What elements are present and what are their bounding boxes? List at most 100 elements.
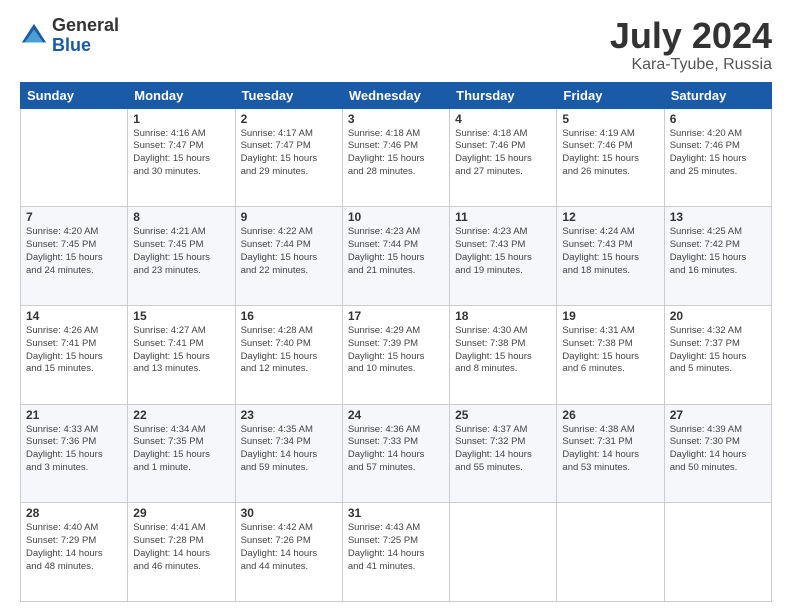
calendar-cell: 22Sunrise: 4:34 AMSunset: 7:35 PMDayligh… xyxy=(128,404,235,503)
calendar-cell: 1Sunrise: 4:16 AMSunset: 7:47 PMDaylight… xyxy=(128,108,235,207)
day-info: Sunrise: 4:29 AMSunset: 7:39 PMDaylight:… xyxy=(348,325,444,376)
calendar-cell: 11 Sunrise: 4:23 AMSunset: 7:43 PMDayligh… xyxy=(450,207,557,306)
calendar-cell: 16 Sunrise: 4:28 AMSunset: 7:40 PMDayligh… xyxy=(235,305,342,404)
header-cell-wednesday: Wednesday xyxy=(342,82,449,108)
day-number: 6 xyxy=(670,112,766,126)
week-row-3: 14 Sunrise: 4:26 AMSunset: 7:41 PMDayligh… xyxy=(21,305,772,404)
calendar-cell: 19Sunrise: 4:31 AMSunset: 7:38 PMDayligh… xyxy=(557,305,664,404)
day-number: 30 xyxy=(241,506,337,520)
day-info: Sunrise: 4:27 AMSunset: 7:41 PMDaylight:… xyxy=(133,325,229,376)
day-info: Sunrise: 4:19 AMSunset: 7:46 PMDaylight:… xyxy=(562,128,658,179)
calendar-cell: 10Sunrise: 4:23 AMSunset: 7:44 PMDayligh… xyxy=(342,207,449,306)
day-info: Sunrise: 4:28 AMSunset: 7:40 PMDaylight:… xyxy=(241,325,337,376)
header-cell-thursday: Thursday xyxy=(450,82,557,108)
day-info: Sunrise: 4:23 AMSunset: 7:43 PMDaylight:… xyxy=(455,226,551,277)
calendar-cell: 6 Sunrise: 4:20 AMSunset: 7:46 PMDaylight… xyxy=(664,108,771,207)
day-number: 18 xyxy=(455,309,551,323)
calendar-cell: 17Sunrise: 4:29 AMSunset: 7:39 PMDayligh… xyxy=(342,305,449,404)
calendar-cell: 21 Sunrise: 4:33 AMSunset: 7:36 PMDayligh… xyxy=(21,404,128,503)
logo-text: General Blue xyxy=(52,16,119,56)
day-info: Sunrise: 4:43 AMSunset: 7:25 PMDaylight:… xyxy=(348,522,444,573)
day-info: Sunrise: 4:40 AMSunset: 7:29 PMDaylight:… xyxy=(26,522,122,573)
header-cell-tuesday: Tuesday xyxy=(235,82,342,108)
day-number: 16 xyxy=(241,309,337,323)
calendar-cell: 25 Sunrise: 4:37 AMSunset: 7:32 PMDayligh… xyxy=(450,404,557,503)
logo: General Blue xyxy=(20,16,119,56)
title-block: July 2024 Kara-Tyube, Russia xyxy=(610,16,772,74)
calendar-cell: 13Sunrise: 4:25 AMSunset: 7:42 PMDayligh… xyxy=(664,207,771,306)
month-year: July 2024 xyxy=(610,16,772,56)
calendar-cell xyxy=(664,503,771,602)
day-number: 15 xyxy=(133,309,229,323)
week-row-1: 1Sunrise: 4:16 AMSunset: 7:47 PMDaylight… xyxy=(21,108,772,207)
calendar-cell xyxy=(21,108,128,207)
day-info: Sunrise: 4:20 AMSunset: 7:46 PMDaylight:… xyxy=(670,128,766,179)
day-number: 26 xyxy=(562,408,658,422)
day-number: 22 xyxy=(133,408,229,422)
day-number: 31 xyxy=(348,506,444,520)
day-number: 27 xyxy=(670,408,766,422)
day-number: 21 xyxy=(26,408,122,422)
calendar-cell: 7Sunrise: 4:20 AMSunset: 7:45 PMDaylight… xyxy=(21,207,128,306)
header-cell-monday: Monday xyxy=(128,82,235,108)
day-number: 1 xyxy=(133,112,229,126)
calendar-cell xyxy=(450,503,557,602)
day-number: 28 xyxy=(26,506,122,520)
header-cell-sunday: Sunday xyxy=(21,82,128,108)
calendar-cell: 15 Sunrise: 4:27 AMSunset: 7:41 PMDayligh… xyxy=(128,305,235,404)
day-info: Sunrise: 4:18 AMSunset: 7:46 PMDaylight:… xyxy=(455,128,551,179)
day-info: Sunrise: 4:22 AMSunset: 7:44 PMDaylight:… xyxy=(241,226,337,277)
day-number: 10 xyxy=(348,210,444,224)
day-info: Sunrise: 4:31 AMSunset: 7:38 PMDaylight:… xyxy=(562,325,658,376)
calendar-cell: 12 Sunrise: 4:24 AMSunset: 7:43 PMDayligh… xyxy=(557,207,664,306)
day-number: 14 xyxy=(26,309,122,323)
day-info: Sunrise: 4:35 AMSunset: 7:34 PMDaylight:… xyxy=(241,424,337,475)
calendar-cell: 30 Sunrise: 4:42 AMSunset: 7:26 PMDayligh… xyxy=(235,503,342,602)
day-number: 12 xyxy=(562,210,658,224)
day-info: Sunrise: 4:21 AMSunset: 7:45 PMDaylight:… xyxy=(133,226,229,277)
day-info: Sunrise: 4:37 AMSunset: 7:32 PMDaylight:… xyxy=(455,424,551,475)
day-info: Sunrise: 4:24 AMSunset: 7:43 PMDaylight:… xyxy=(562,226,658,277)
calendar-cell: 31 Sunrise: 4:43 AMSunset: 7:25 PMDayligh… xyxy=(342,503,449,602)
calendar-cell: 20 Sunrise: 4:32 AMSunset: 7:37 PMDayligh… xyxy=(664,305,771,404)
logo-general: General xyxy=(52,16,119,36)
day-info: Sunrise: 4:39 AMSunset: 7:30 PMDaylight:… xyxy=(670,424,766,475)
header-cell-friday: Friday xyxy=(557,82,664,108)
header: General Blue July 2024 Kara-Tyube, Russi… xyxy=(20,16,772,74)
day-info: Sunrise: 4:38 AMSunset: 7:31 PMDaylight:… xyxy=(562,424,658,475)
calendar-cell: 18 Sunrise: 4:30 AMSunset: 7:38 PMDayligh… xyxy=(450,305,557,404)
day-number: 4 xyxy=(455,112,551,126)
day-info: Sunrise: 4:33 AMSunset: 7:36 PMDaylight:… xyxy=(26,424,122,475)
calendar-cell: 27 Sunrise: 4:39 AMSunset: 7:30 PMDayligh… xyxy=(664,404,771,503)
day-info: Sunrise: 4:42 AMSunset: 7:26 PMDaylight:… xyxy=(241,522,337,573)
week-row-2: 7Sunrise: 4:20 AMSunset: 7:45 PMDaylight… xyxy=(21,207,772,306)
week-row-4: 21 Sunrise: 4:33 AMSunset: 7:36 PMDayligh… xyxy=(21,404,772,503)
day-info: Sunrise: 4:18 AMSunset: 7:46 PMDaylight:… xyxy=(348,128,444,179)
day-number: 20 xyxy=(670,309,766,323)
calendar-cell: 23 Sunrise: 4:35 AMSunset: 7:34 PMDayligh… xyxy=(235,404,342,503)
day-number: 23 xyxy=(241,408,337,422)
calendar-cell: 5Sunrise: 4:19 AMSunset: 7:46 PMDaylight… xyxy=(557,108,664,207)
calendar-cell: 24Sunrise: 4:36 AMSunset: 7:33 PMDayligh… xyxy=(342,404,449,503)
day-info: Sunrise: 4:25 AMSunset: 7:42 PMDaylight:… xyxy=(670,226,766,277)
day-number: 8 xyxy=(133,210,229,224)
day-info: Sunrise: 4:41 AMSunset: 7:28 PMDaylight:… xyxy=(133,522,229,573)
calendar-cell: 29Sunrise: 4:41 AMSunset: 7:28 PMDayligh… xyxy=(128,503,235,602)
day-number: 24 xyxy=(348,408,444,422)
day-info: Sunrise: 4:26 AMSunset: 7:41 PMDaylight:… xyxy=(26,325,122,376)
day-number: 11 xyxy=(455,210,551,224)
day-info: Sunrise: 4:20 AMSunset: 7:45 PMDaylight:… xyxy=(26,226,122,277)
calendar-cell: 8 Sunrise: 4:21 AMSunset: 7:45 PMDaylight… xyxy=(128,207,235,306)
day-info: Sunrise: 4:30 AMSunset: 7:38 PMDaylight:… xyxy=(455,325,551,376)
calendar-cell: 26 Sunrise: 4:38 AMSunset: 7:31 PMDayligh… xyxy=(557,404,664,503)
day-number: 25 xyxy=(455,408,551,422)
location: Kara-Tyube, Russia xyxy=(610,56,772,74)
calendar-cell: 9Sunrise: 4:22 AMSunset: 7:44 PMDaylight… xyxy=(235,207,342,306)
logo-blue: Blue xyxy=(52,36,119,56)
day-info: Sunrise: 4:17 AMSunset: 7:47 PMDaylight:… xyxy=(241,128,337,179)
day-number: 3 xyxy=(348,112,444,126)
calendar-cell: 14 Sunrise: 4:26 AMSunset: 7:41 PMDayligh… xyxy=(21,305,128,404)
calendar-cell: 3 Sunrise: 4:18 AMSunset: 7:46 PMDaylight… xyxy=(342,108,449,207)
header-row: SundayMondayTuesdayWednesdayThursdayFrid… xyxy=(21,82,772,108)
day-info: Sunrise: 4:32 AMSunset: 7:37 PMDaylight:… xyxy=(670,325,766,376)
